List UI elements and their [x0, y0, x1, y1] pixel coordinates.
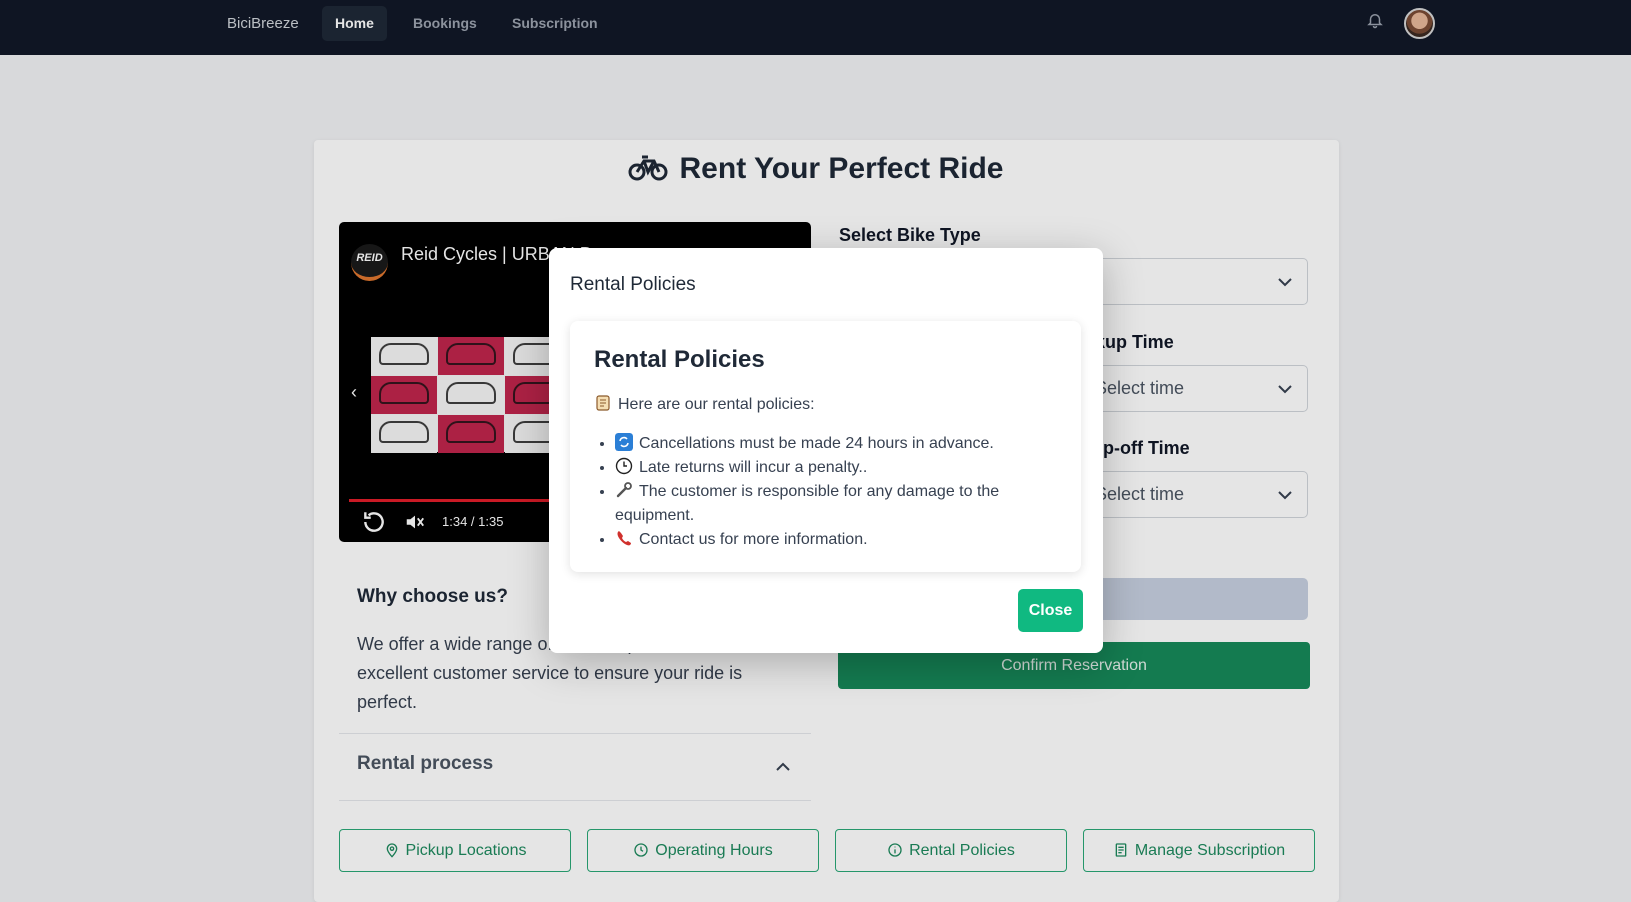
list-item: The customer is responsible for any dama…: [615, 480, 1055, 528]
list-item: Late returns will incur a penalty..: [615, 456, 1055, 480]
phone-icon: [617, 531, 631, 546]
scroll-icon: [596, 395, 610, 411]
policy-card-title: Rental Policies: [594, 346, 765, 373]
policy-intro-text: Here are our rental policies:: [618, 396, 815, 413]
policy-card: Rental Policies Here are our rental poli…: [570, 321, 1081, 572]
clock-icon: [615, 457, 633, 475]
close-button[interactable]: Close: [1018, 589, 1083, 632]
policy-text: Cancellations must be made 24 hours in a…: [639, 435, 994, 452]
policy-text: Contact us for more information.: [639, 531, 868, 548]
modal-title: Rental Policies: [570, 274, 696, 295]
policy-list: Cancellations must be made 24 hours in a…: [615, 432, 1055, 552]
list-item: Contact us for more information.: [615, 528, 1055, 552]
repeat-icon: [615, 433, 633, 451]
policy-text: Late returns will incur a penalty..: [639, 459, 868, 476]
policy-text: The customer is responsible for any dama…: [615, 483, 1000, 524]
rental-policies-modal: Rental Policies Rental Policies Here are…: [549, 248, 1103, 653]
policy-intro: Here are our rental policies:: [594, 394, 815, 414]
wrench-icon: [616, 482, 632, 498]
list-item: Cancellations must be made 24 hours in a…: [615, 432, 1055, 456]
